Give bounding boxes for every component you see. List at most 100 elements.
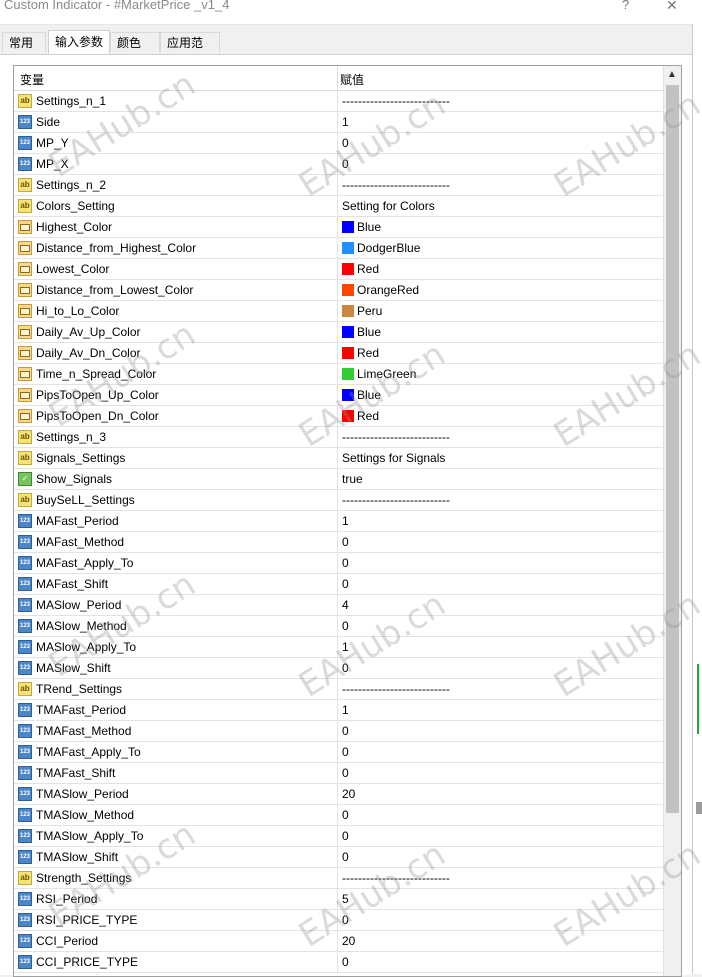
param-name-cell[interactable]: Distance_from_Lowest_Color: [14, 280, 338, 300]
param-value-cell[interactable]: 20: [338, 784, 663, 804]
table-row[interactable]: 123 TMASlow_Period 20: [14, 784, 663, 805]
param-value-cell[interactable]: 0: [338, 805, 663, 825]
table-row[interactable]: 123 TMASlow_Apply_To 0: [14, 826, 663, 847]
close-button[interactable]: ✕: [666, 0, 678, 14]
table-row[interactable]: 123 TMASlow_Method 0: [14, 805, 663, 826]
table-row[interactable]: 123 Side 1: [14, 112, 663, 133]
param-name-cell[interactable]: Hi_to_Lo_Color: [14, 301, 338, 321]
scrollbar-thumb[interactable]: [666, 85, 679, 813]
table-row[interactable]: 123 MAFast_Method 0: [14, 532, 663, 553]
param-name-cell[interactable]: 123 MAFast_Apply_To: [14, 553, 338, 573]
color-swatch[interactable]: [342, 326, 354, 338]
param-value-cell[interactable]: Blue: [338, 385, 663, 405]
tab-inputs[interactable]: 输入参数: [48, 30, 110, 54]
tab-colors[interactable]: 颜色: [110, 32, 160, 52]
param-name-cell[interactable]: 123 RSI_Period: [14, 889, 338, 909]
table-row[interactable]: ab Settings_n_2 --------------------------…: [14, 175, 663, 196]
table-row[interactable]: ab Colors_Setting Setting for Colors: [14, 196, 663, 217]
param-value-cell[interactable]: Setting for Colors: [338, 196, 663, 216]
param-name-cell[interactable]: ab Strength_Settings: [14, 868, 338, 888]
table-row[interactable]: 123 MAFast_Apply_To 0: [14, 553, 663, 574]
param-value-cell[interactable]: OrangeRed: [338, 280, 663, 300]
param-value-cell[interactable]: 0: [338, 763, 663, 783]
param-name-cell[interactable]: 123 CCI_Period: [14, 931, 338, 951]
param-name-cell[interactable]: 123 RSI_PRICE_TYPE: [14, 910, 338, 930]
param-value-cell[interactable]: 0: [338, 658, 663, 678]
param-name-cell[interactable]: 123 Side: [14, 112, 338, 132]
param-value-cell[interactable]: 20: [338, 931, 663, 951]
color-swatch[interactable]: [342, 410, 354, 422]
param-value-cell[interactable]: 0: [338, 826, 663, 846]
param-name-cell[interactable]: 123 MAFast_Method: [14, 532, 338, 552]
param-value-cell[interactable]: 0: [338, 616, 663, 636]
param-value-cell[interactable]: ---------------------------: [338, 91, 663, 111]
param-value-cell[interactable]: 0: [338, 952, 663, 972]
tab-visualization[interactable]: 应用范围: [160, 32, 220, 70]
table-row[interactable]: ab Settings_n_1 --------------------------…: [14, 91, 663, 112]
param-name-cell[interactable]: 123 MAFast_Period: [14, 511, 338, 531]
table-row[interactable]: ab Settings_n_3 --------------------------…: [14, 427, 663, 448]
param-name-cell[interactable]: 123 MP_Y: [14, 133, 338, 153]
param-value-cell[interactable]: 5: [338, 889, 663, 909]
param-value-cell[interactable]: 0: [338, 154, 663, 174]
param-value-cell[interactable]: DodgerBlue: [338, 238, 663, 258]
param-value-cell[interactable]: 4: [338, 595, 663, 615]
param-name-cell[interactable]: ab Colors_Setting: [14, 196, 338, 216]
param-name-cell[interactable]: Highest_Color: [14, 217, 338, 237]
param-value-cell[interactable]: LimeGreen: [338, 364, 663, 384]
param-name-cell[interactable]: 123 MASlow_Period: [14, 595, 338, 615]
color-swatch[interactable]: [342, 347, 354, 359]
param-name-cell[interactable]: 123 TMAFast_Method: [14, 721, 338, 741]
param-name-cell[interactable]: Daily_Av_Dn_Color: [14, 343, 338, 363]
param-name-cell[interactable]: Lowest_Color: [14, 259, 338, 279]
table-row[interactable]: Daily_Av_Dn_Color Red: [14, 343, 663, 364]
param-value-cell[interactable]: Blue: [338, 322, 663, 342]
param-value-cell[interactable]: 0: [338, 133, 663, 153]
table-row[interactable]: ab TRend_Settings ------------------------…: [14, 679, 663, 700]
param-value-cell[interactable]: 1: [338, 511, 663, 531]
color-swatch[interactable]: [342, 221, 354, 233]
table-row[interactable]: ✓ Show_Signals true: [14, 469, 663, 490]
param-value-cell[interactable]: Peru: [338, 301, 663, 321]
param-name-cell[interactable]: Daily_Av_Up_Color: [14, 322, 338, 342]
param-name-cell[interactable]: ab Settings_n_2: [14, 175, 338, 195]
param-name-cell[interactable]: ab TRend_Settings: [14, 679, 338, 699]
table-row[interactable]: 123 RSI_PRICE_TYPE 0: [14, 910, 663, 931]
table-row[interactable]: ab Signals_Settings Settings for Signals: [14, 448, 663, 469]
tab-common[interactable]: 常用: [2, 32, 46, 52]
table-row[interactable]: 123 MASlow_Shift 0: [14, 658, 663, 679]
param-name-cell[interactable]: Distance_from_Highest_Color: [14, 238, 338, 258]
param-name-cell[interactable]: 123 TMAFast_Shift: [14, 763, 338, 783]
param-name-cell[interactable]: 123 MASlow_Shift: [14, 658, 338, 678]
param-name-cell[interactable]: 123 MASlow_Apply_To: [14, 637, 338, 657]
param-name-cell[interactable]: 123 CCI_PRICE_TYPE: [14, 952, 338, 972]
table-row[interactable]: 123 CCI_PRICE_TYPE 0: [14, 952, 663, 973]
param-value-cell[interactable]: 0: [338, 553, 663, 573]
param-value-cell[interactable]: 0: [338, 574, 663, 594]
param-value-cell[interactable]: Red: [338, 406, 663, 426]
table-row[interactable]: PipsToOpen_Up_Color Blue: [14, 385, 663, 406]
param-name-cell[interactable]: 123 TMAFast_Apply_To: [14, 742, 338, 762]
table-row[interactable]: 123 RSI_Period 5: [14, 889, 663, 910]
param-name-cell[interactable]: 123 MASlow_Method: [14, 616, 338, 636]
color-swatch[interactable]: [342, 242, 354, 254]
param-name-cell[interactable]: PipsToOpen_Up_Color: [14, 385, 338, 405]
table-row[interactable]: 123 TMAFast_Shift 0: [14, 763, 663, 784]
table-row[interactable]: ab BuySeLL_Settings ----------------------…: [14, 490, 663, 511]
vertical-scrollbar[interactable]: ▲: [663, 66, 681, 976]
param-value-cell[interactable]: 0: [338, 847, 663, 867]
color-swatch[interactable]: [342, 263, 354, 275]
param-value-cell[interactable]: 0: [338, 532, 663, 552]
table-row[interactable]: 123 TMASlow_Shift 0: [14, 847, 663, 868]
table-row[interactable]: Lowest_Color Red: [14, 259, 663, 280]
color-swatch[interactable]: [342, 305, 354, 317]
param-value-cell[interactable]: Blue: [338, 217, 663, 237]
param-value-cell[interactable]: 0: [338, 742, 663, 762]
table-row[interactable]: Hi_to_Lo_Color Peru: [14, 301, 663, 322]
table-row[interactable]: 123 MP_X 0: [14, 154, 663, 175]
param-name-cell[interactable]: 123 MP_X: [14, 154, 338, 174]
param-name-cell[interactable]: 123 TMASlow_Method: [14, 805, 338, 825]
table-row[interactable]: 123 MP_Y 0: [14, 133, 663, 154]
table-row[interactable]: 123 TMAFast_Period 1: [14, 700, 663, 721]
color-swatch[interactable]: [342, 368, 354, 380]
